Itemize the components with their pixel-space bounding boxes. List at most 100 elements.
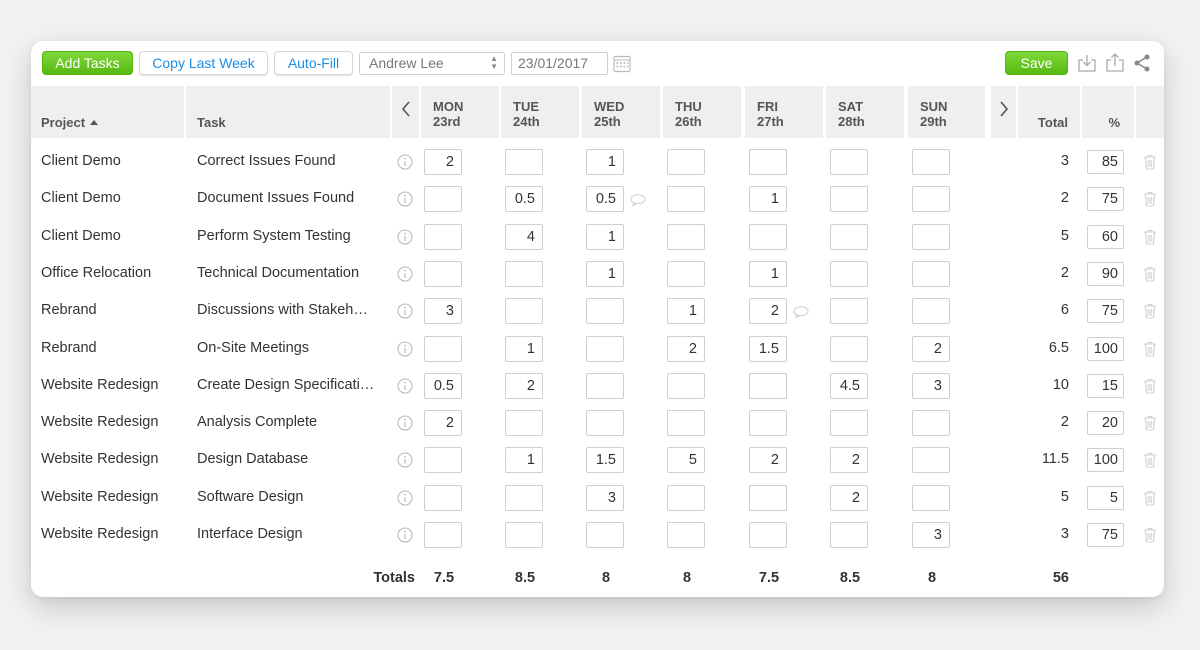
next-week-button[interactable] xyxy=(991,86,1016,138)
percent-complete-input[interactable]: 85 xyxy=(1087,150,1124,174)
hours-input[interactable] xyxy=(424,522,462,548)
trash-icon[interactable] xyxy=(1143,378,1157,399)
hours-input[interactable]: 2 xyxy=(505,372,543,399)
hours-input[interactable] xyxy=(749,484,787,511)
trash-icon[interactable] xyxy=(1143,415,1157,436)
hours-input[interactable]: 1 xyxy=(749,186,787,213)
percent-complete-input[interactable]: 5 xyxy=(1087,485,1124,510)
percent-complete-input[interactable]: 75 xyxy=(1087,299,1124,324)
hours-input[interactable] xyxy=(505,260,543,287)
hours-input[interactable]: 3 xyxy=(912,522,950,548)
comment-icon[interactable] xyxy=(630,193,646,211)
download-icon[interactable] xyxy=(1077,53,1097,78)
info-icon[interactable] xyxy=(397,191,413,212)
info-icon[interactable] xyxy=(397,490,413,511)
info-icon[interactable] xyxy=(397,266,413,287)
hours-input[interactable] xyxy=(749,522,787,548)
hours-input[interactable]: 5 xyxy=(667,447,705,474)
hours-input[interactable] xyxy=(586,372,624,399)
percent-complete-input[interactable]: 15 xyxy=(1087,373,1124,398)
hours-input[interactable] xyxy=(586,335,624,362)
info-icon[interactable] xyxy=(397,452,413,473)
user-select[interactable]: Andrew Lee ▲ ▼ xyxy=(359,52,505,75)
hours-input[interactable] xyxy=(505,410,543,437)
percent-complete-input[interactable]: 100 xyxy=(1087,336,1124,361)
hours-input[interactable]: 1.5 xyxy=(586,447,624,474)
hours-input[interactable]: 0.5 xyxy=(586,186,624,213)
hours-input[interactable]: 2 xyxy=(912,335,950,362)
hours-input[interactable] xyxy=(830,223,868,250)
hours-input[interactable] xyxy=(586,298,624,325)
percent-complete-input[interactable]: 75 xyxy=(1087,523,1124,547)
hours-input[interactable]: 0.5 xyxy=(505,186,543,213)
percent-complete-input[interactable]: 75 xyxy=(1087,187,1124,212)
info-icon[interactable] xyxy=(397,229,413,250)
auto-fill-button[interactable]: Auto-Fill xyxy=(274,51,353,75)
hours-input[interactable] xyxy=(424,186,462,213)
hours-input[interactable] xyxy=(830,186,868,213)
info-icon[interactable] xyxy=(397,303,413,324)
hours-input[interactable] xyxy=(749,410,787,437)
hours-input[interactable] xyxy=(667,372,705,399)
info-icon[interactable] xyxy=(397,340,413,362)
calendar-icon[interactable] xyxy=(613,54,631,78)
hours-input[interactable] xyxy=(912,298,950,325)
hours-input[interactable]: 1 xyxy=(586,260,624,287)
hours-input[interactable] xyxy=(912,149,950,175)
hours-input[interactable] xyxy=(505,298,543,325)
hours-input[interactable]: 2 xyxy=(830,484,868,511)
trash-icon[interactable] xyxy=(1143,490,1157,511)
trash-icon[interactable] xyxy=(1143,266,1157,287)
hours-input[interactable] xyxy=(667,223,705,250)
info-icon[interactable] xyxy=(397,154,413,175)
hours-input[interactable]: 4.5 xyxy=(830,372,868,399)
info-icon[interactable] xyxy=(397,415,413,436)
week-date-input[interactable]: 23/01/2017 xyxy=(511,52,608,75)
hours-input[interactable] xyxy=(505,484,543,511)
hours-input[interactable] xyxy=(586,410,624,437)
hours-input[interactable] xyxy=(912,410,950,437)
share-icon[interactable] xyxy=(1133,53,1151,78)
hours-input[interactable]: 2 xyxy=(424,410,462,437)
hours-input[interactable] xyxy=(667,186,705,213)
hours-input[interactable] xyxy=(830,410,868,437)
hours-input[interactable] xyxy=(667,149,705,175)
hours-input[interactable]: 3 xyxy=(586,484,624,511)
percent-complete-input[interactable]: 100 xyxy=(1087,448,1124,473)
copy-last-week-button[interactable]: Copy Last Week xyxy=(139,51,268,75)
hours-input[interactable] xyxy=(830,298,868,325)
trash-icon[interactable] xyxy=(1143,303,1157,324)
hours-input[interactable]: 2 xyxy=(667,335,705,362)
hours-input[interactable]: 1 xyxy=(586,149,624,175)
trash-icon[interactable] xyxy=(1143,229,1157,250)
hours-input[interactable] xyxy=(912,260,950,287)
info-icon[interactable] xyxy=(397,378,413,399)
hours-input[interactable]: 1 xyxy=(586,223,624,250)
percent-complete-input[interactable]: 20 xyxy=(1087,411,1124,436)
percent-complete-input[interactable]: 90 xyxy=(1087,261,1124,286)
hours-input[interactable] xyxy=(424,484,462,511)
prev-week-button[interactable] xyxy=(392,86,419,138)
add-tasks-button[interactable]: Add Tasks xyxy=(42,51,133,75)
hours-input[interactable]: 2 xyxy=(424,149,462,175)
hours-input[interactable] xyxy=(667,484,705,511)
trash-icon[interactable] xyxy=(1143,452,1157,473)
hours-input[interactable] xyxy=(424,223,462,250)
upload-icon[interactable] xyxy=(1105,51,1125,78)
column-header-project[interactable]: Project xyxy=(31,86,184,138)
hours-input[interactable] xyxy=(424,335,462,362)
hours-input[interactable] xyxy=(424,447,462,474)
hours-input[interactable]: 1 xyxy=(749,260,787,287)
hours-input[interactable] xyxy=(505,149,543,175)
hours-input[interactable] xyxy=(749,223,787,250)
hours-input[interactable] xyxy=(749,149,787,175)
percent-complete-input[interactable]: 60 xyxy=(1087,224,1124,249)
hours-input[interactable] xyxy=(912,186,950,213)
hours-input[interactable] xyxy=(830,522,868,548)
hours-input[interactable] xyxy=(586,522,624,548)
trash-icon[interactable] xyxy=(1143,341,1157,362)
hours-input[interactable] xyxy=(667,522,705,548)
trash-icon[interactable] xyxy=(1143,527,1157,548)
hours-input[interactable]: 3 xyxy=(424,298,462,325)
hours-input[interactable]: 3 xyxy=(912,372,950,399)
